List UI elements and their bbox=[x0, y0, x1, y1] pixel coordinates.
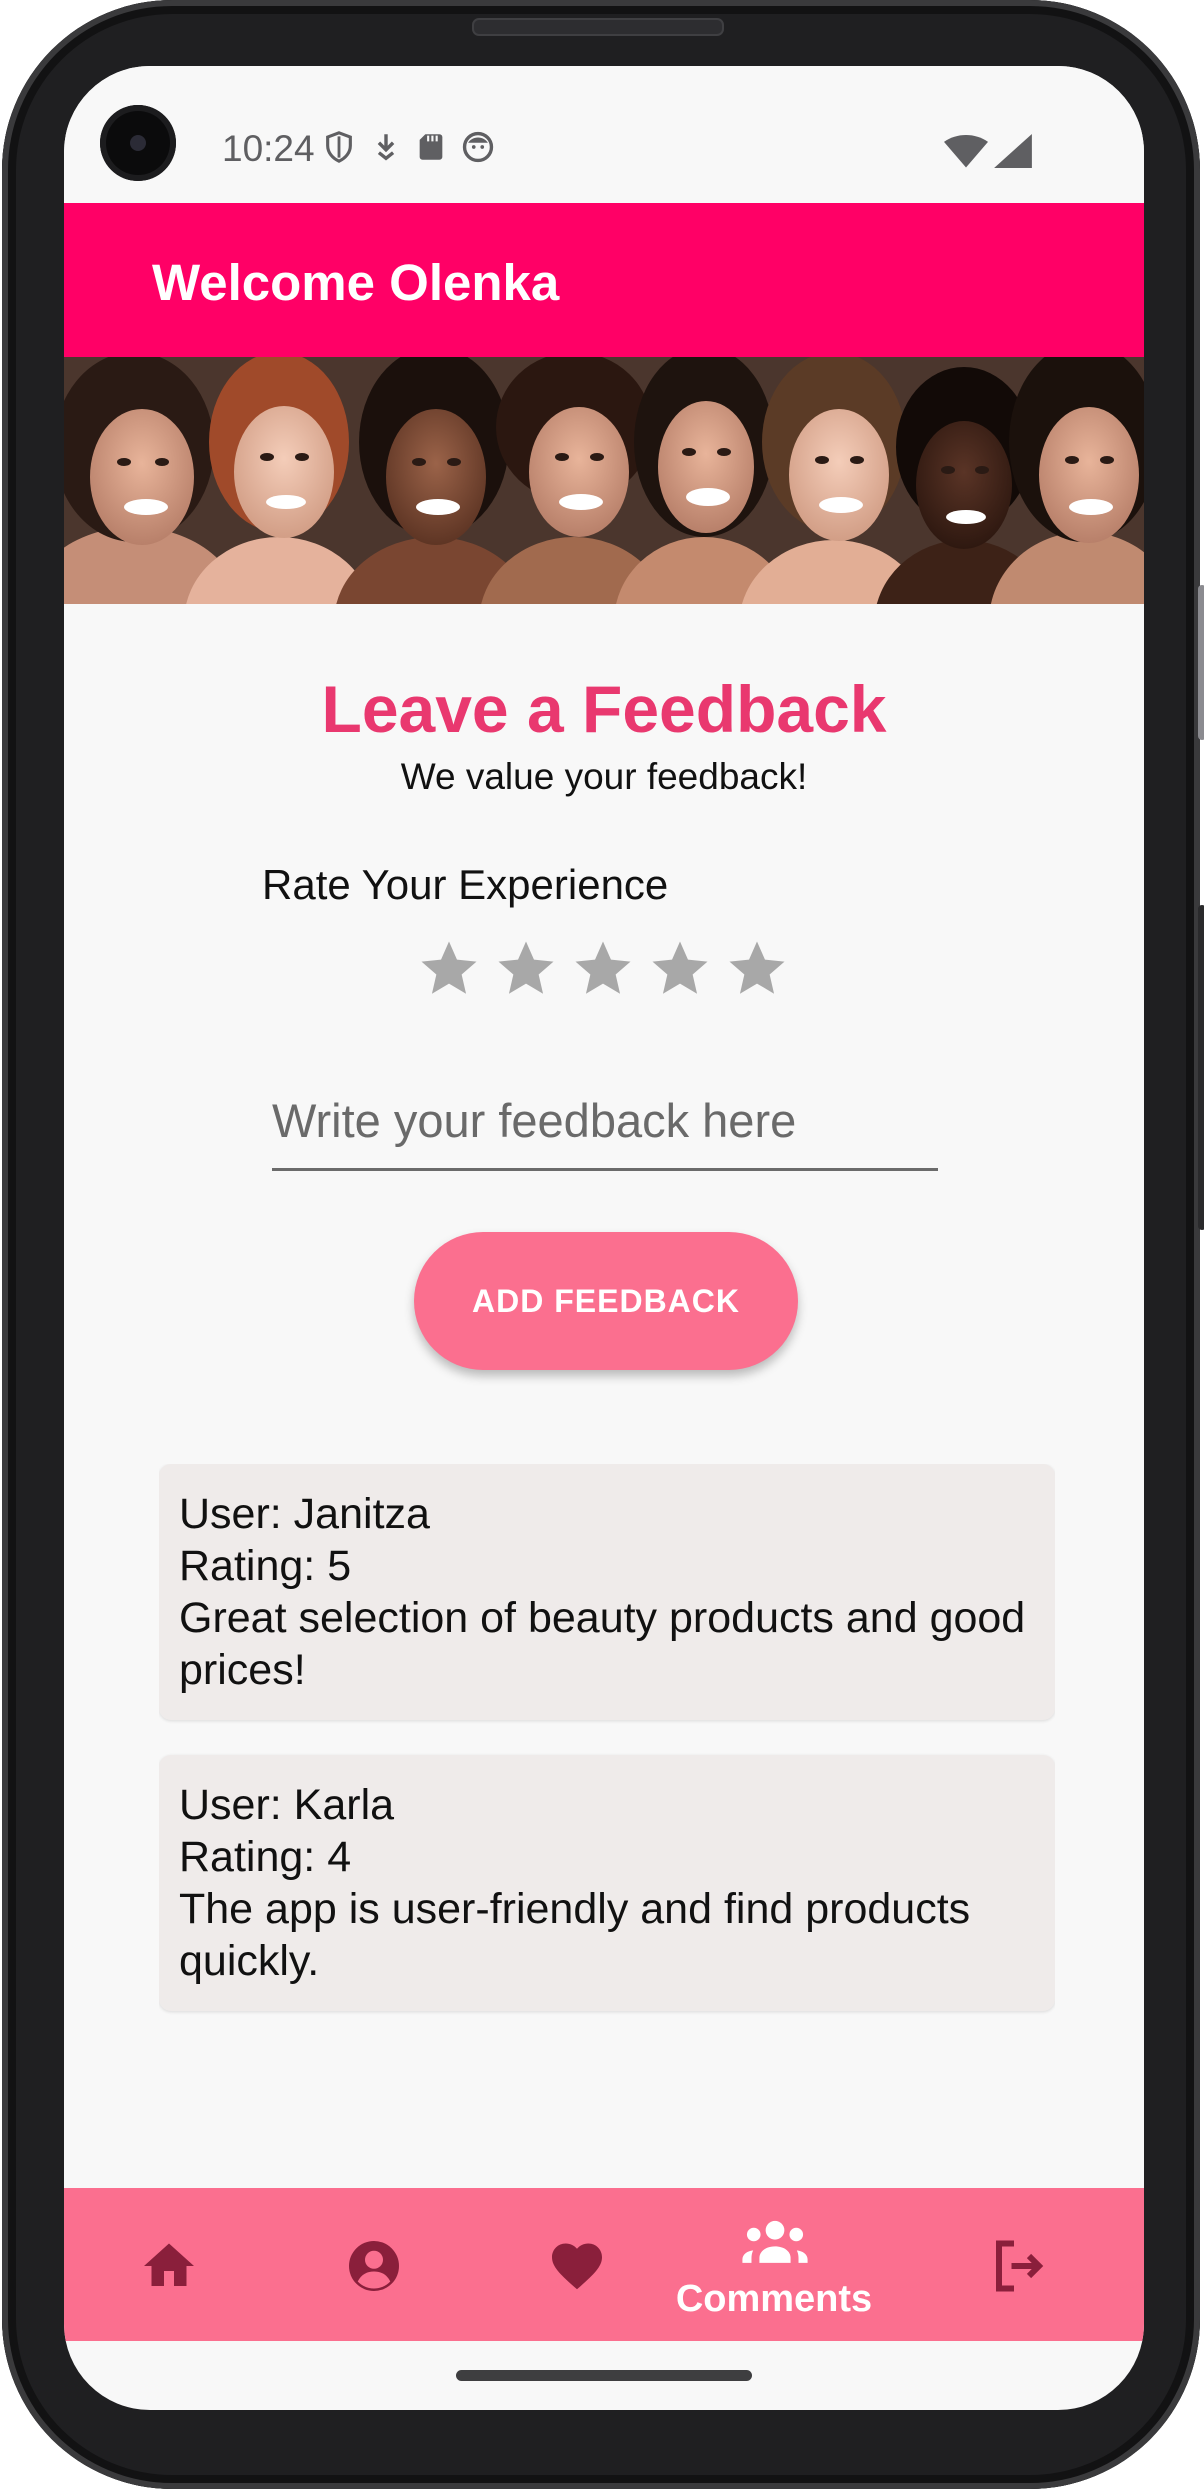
star-4-icon[interactable] bbox=[647, 936, 713, 1002]
nav-logout[interactable] bbox=[944, 2188, 1094, 2341]
star-5-icon[interactable] bbox=[724, 936, 790, 1002]
heart-icon bbox=[552, 2243, 602, 2290]
feedback-title: Leave a Feedback bbox=[321, 672, 887, 746]
phone-frame: 10:24 Welcome Olenka Leave a Feedback We… bbox=[2, 0, 1204, 2489]
bottom-navigation: Comments bbox=[64, 2188, 1144, 2341]
face-icon bbox=[462, 131, 494, 163]
feedback-list[interactable]: User: Janitza Rating: 5 Great selection … bbox=[159, 1464, 1055, 2040]
feedback-user: User: Janitza bbox=[179, 1490, 430, 1538]
screen: 10:24 Welcome Olenka Leave a Feedback We… bbox=[64, 66, 1144, 2410]
shield-icon bbox=[326, 131, 352, 163]
signal-icon bbox=[994, 134, 1032, 168]
app-bar: Welcome Olenka bbox=[64, 203, 1144, 357]
status-time: 10:24 bbox=[222, 128, 315, 169]
wifi-icon bbox=[944, 134, 988, 168]
rating-label: Rate Your Experience bbox=[262, 861, 669, 908]
logout-icon bbox=[996, 2240, 1044, 2292]
star-3-icon[interactable] bbox=[570, 936, 636, 1002]
feedback-comment: The app is user-friendly and find produc… bbox=[179, 1885, 971, 1985]
download-icon bbox=[377, 134, 395, 161]
nav-comments[interactable]: Comments bbox=[664, 2188, 884, 2341]
star-1-icon[interactable] bbox=[416, 936, 482, 1002]
feedback-card: User: Karla Rating: 4 The app is user-fr… bbox=[159, 1755, 1055, 2011]
home-icon bbox=[144, 2243, 194, 2286]
feedback-rating: Rating: 5 bbox=[179, 1542, 352, 1590]
add-feedback-button[interactable]: ADD FEEDBACK bbox=[414, 1232, 798, 1370]
models-group-photo bbox=[64, 357, 1144, 604]
status-bar: 10:24 bbox=[64, 66, 1144, 203]
earpiece-speaker bbox=[472, 18, 724, 36]
sd-card-icon bbox=[419, 134, 443, 160]
feedback-subtitle: We value your feedback! bbox=[400, 756, 808, 797]
volume-button bbox=[1198, 585, 1204, 740]
banner-image bbox=[64, 357, 1144, 604]
nav-favorites[interactable] bbox=[502, 2188, 652, 2341]
nav-comments-label: Comments bbox=[675, 2278, 873, 2320]
app-bar-title: Welcome Olenka bbox=[152, 254, 560, 311]
gesture-bar[interactable] bbox=[456, 2370, 752, 2381]
feedback-card: User: Janitza Rating: 5 Great selection … bbox=[159, 1464, 1055, 1720]
front-camera bbox=[100, 105, 176, 181]
star-2-icon[interactable] bbox=[493, 936, 559, 1002]
feedback-user: User: Karla bbox=[179, 1781, 395, 1829]
feedback-input[interactable] bbox=[272, 1078, 938, 1171]
nav-home[interactable] bbox=[94, 2188, 244, 2341]
account-icon bbox=[349, 2241, 399, 2291]
group-icon bbox=[742, 2220, 808, 2263]
nav-profile[interactable] bbox=[299, 2188, 449, 2341]
feedback-rating: Rating: 4 bbox=[179, 1833, 352, 1881]
power-button bbox=[1198, 905, 1204, 1230]
feedback-comment: Great selection of beauty products and g… bbox=[179, 1594, 1026, 1694]
